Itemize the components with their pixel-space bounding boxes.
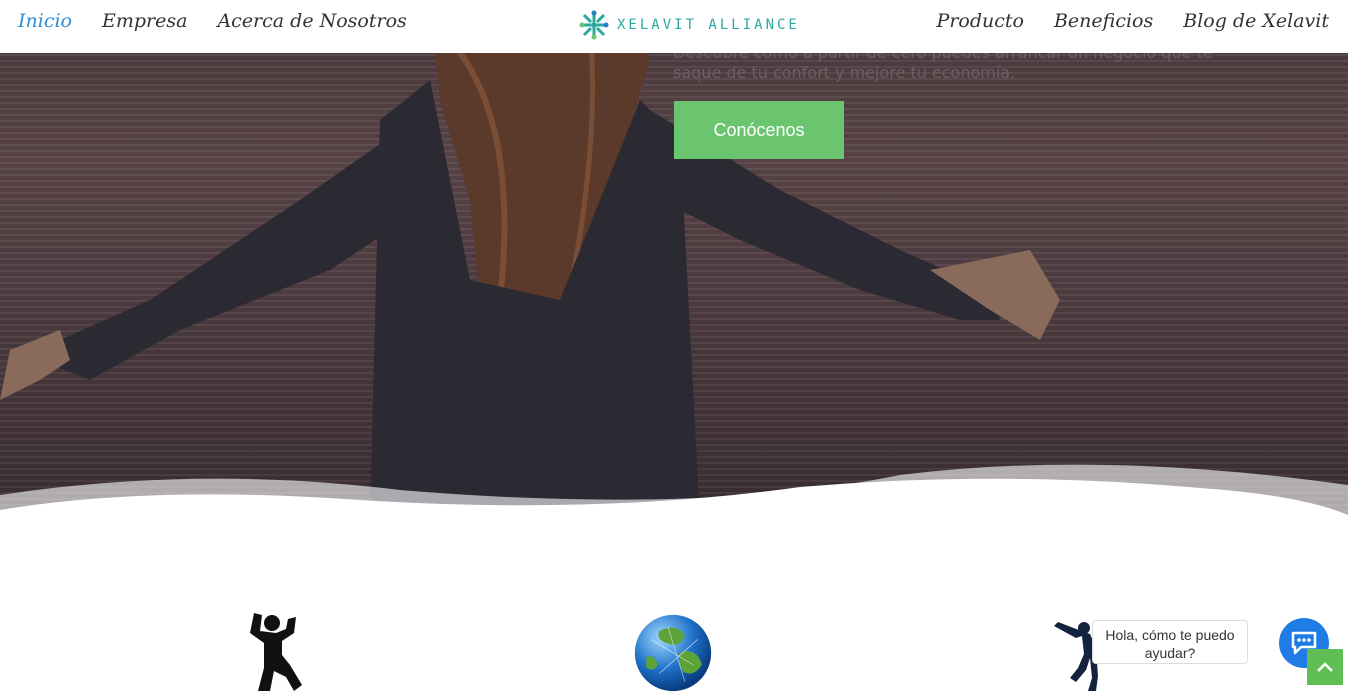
nav-inicio[interactable]: Inicio — [18, 10, 72, 32]
conocenos-button[interactable]: Conócenos — [674, 101, 844, 159]
logo-text: XELAVIT ALLIANCE — [617, 17, 800, 33]
nav-producto[interactable]: Producto — [937, 10, 1024, 32]
nav-beneficios[interactable]: Beneficios — [1054, 10, 1153, 32]
xelavit-logo[interactable]: XELAVIT ALLIANCE — [579, 10, 800, 40]
scroll-to-top-button[interactable] — [1307, 649, 1343, 685]
person-kneeling-icon — [250, 613, 302, 691]
hero-banner: Descubre cómo a partir de cero puedes ar… — [0, 0, 1348, 525]
globe-icon — [634, 614, 712, 692]
nav-blog[interactable]: Blog de Xelavit — [1183, 10, 1329, 32]
arrow-up-icon — [1317, 662, 1333, 672]
top-navigation-bar: Inicio Empresa Acerca de Nosotros XELAVI… — [0, 0, 1348, 53]
nav-right: Producto Beneficios Blog de Xelavit — [937, 10, 1329, 32]
nav-acerca[interactable]: Acerca de Nosotros — [217, 10, 406, 32]
logo-icon — [579, 10, 609, 40]
nav-left: Inicio Empresa Acerca de Nosotros — [18, 10, 407, 32]
wave-divider — [0, 464, 1348, 525]
chat-greeting-bubble[interactable]: Hola, cómo te puedo ayudar? — [1092, 620, 1248, 664]
nav-empresa[interactable]: Empresa — [102, 10, 187, 32]
